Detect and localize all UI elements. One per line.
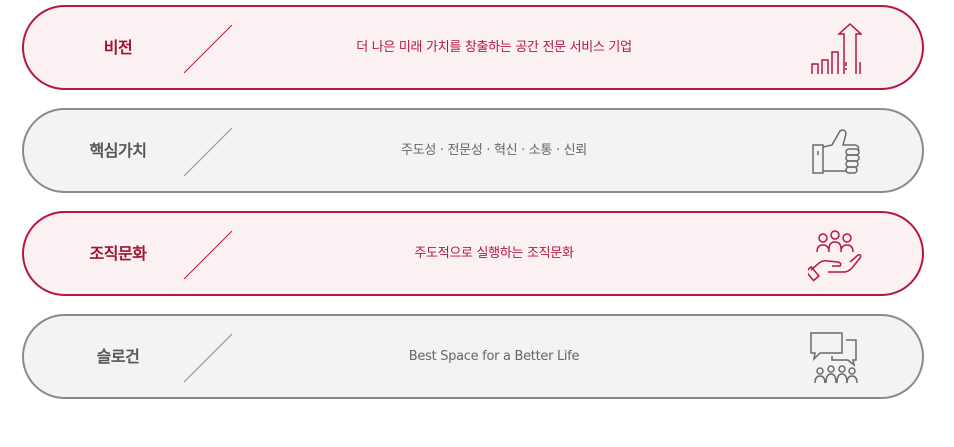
- row-culture: 조직문화 주도적으로 실행하는 조직문화: [22, 211, 924, 296]
- row-description: Best Space for a Better Life: [408, 349, 580, 364]
- row-label: 핵심가치: [89, 141, 147, 160]
- chat-people-icon: [810, 332, 858, 384]
- hand-people-icon: [808, 230, 862, 282]
- row-description: 주도성 · 전문성 · 혁신 · 소통 · 신뢰: [401, 143, 587, 158]
- row-label: 슬로건: [96, 347, 140, 366]
- thumbs-up-icon: [812, 129, 860, 174]
- row-description: 주도적으로 실행하는 조직문화: [414, 246, 574, 261]
- slash-divider: [183, 24, 233, 74]
- slash-divider: [183, 230, 233, 280]
- slash-divider: [183, 333, 233, 383]
- row-slogan: 슬로건 Best Space for a Better Life: [22, 314, 924, 399]
- growth-chart-icon: [811, 22, 862, 74]
- slash-divider: [183, 127, 233, 177]
- row-label: 비전: [103, 38, 133, 57]
- row-core-values: 핵심가치 주도성 · 전문성 · 혁신 · 소통 · 신뢰: [22, 108, 924, 193]
- row-description: 더 나은 미래 가치를 창출하는 공간 전문 서비스 기업: [356, 40, 632, 55]
- row-label: 조직문화: [89, 244, 147, 263]
- row-vision: 비전 더 나은 미래 가치를 창출하는 공간 전문 서비스 기업: [22, 5, 924, 90]
